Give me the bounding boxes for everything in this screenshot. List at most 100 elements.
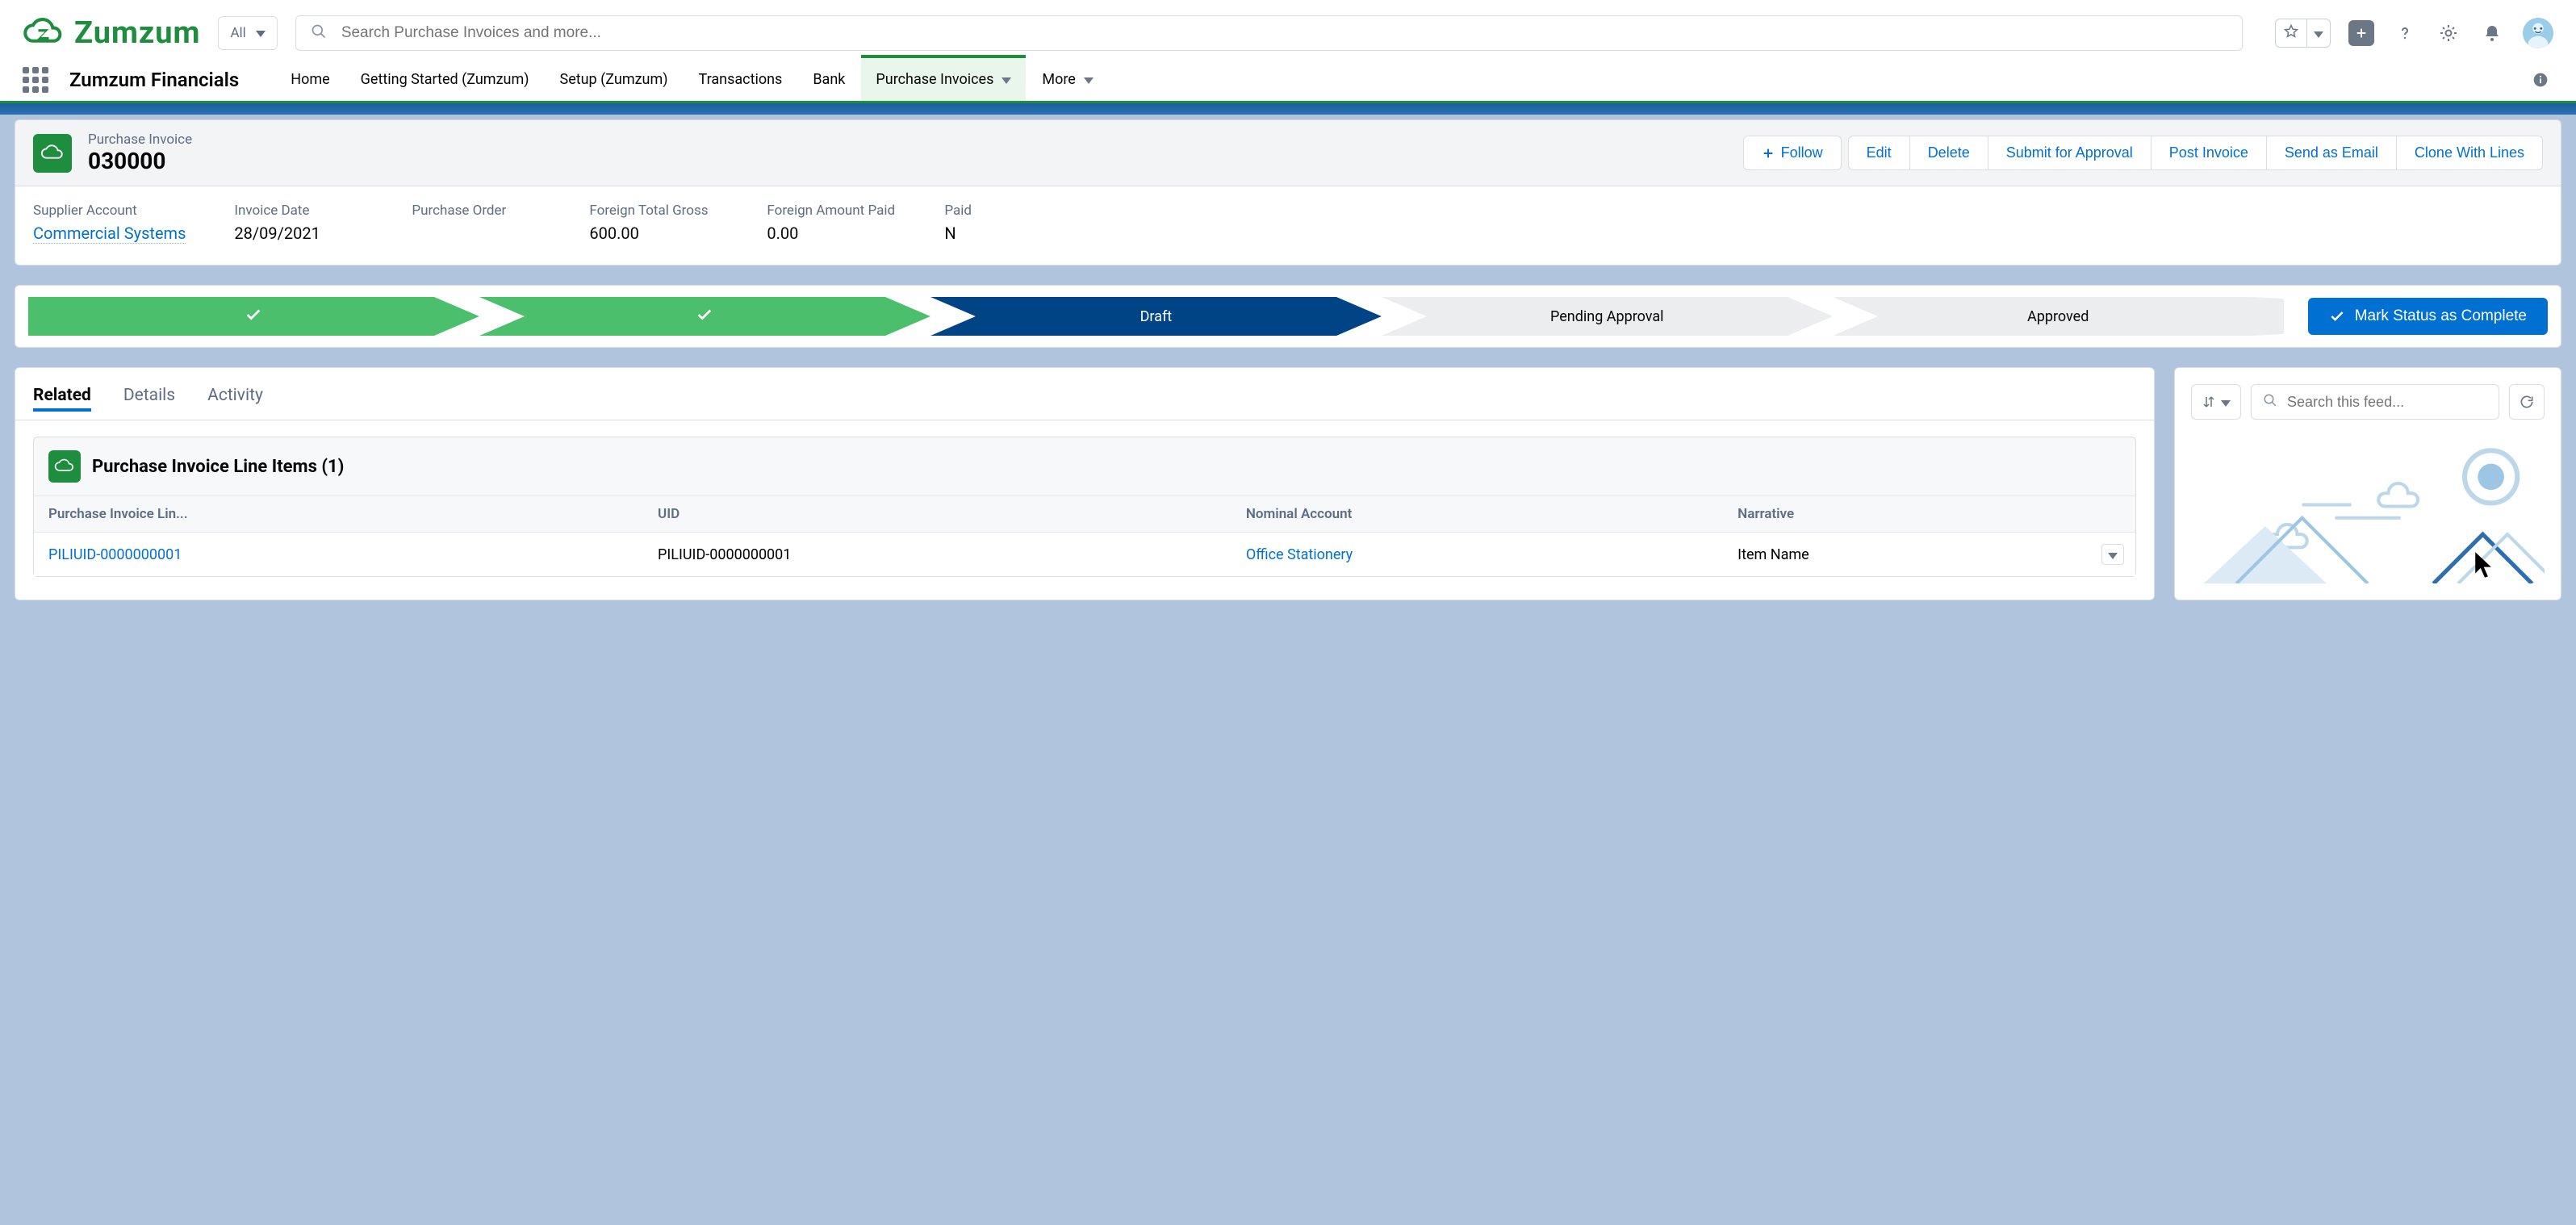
delete-button[interactable]: Delete — [1909, 136, 1988, 170]
chevron-down-icon[interactable] — [2306, 19, 2330, 47]
clone-lines-button[interactable]: Clone With Lines — [2396, 136, 2543, 170]
line-item-link[interactable]: PILIUID-0000000001 — [48, 546, 182, 563]
right-column — [2174, 367, 2561, 600]
field-label: Supplier Account — [33, 203, 186, 219]
stage-label: Approved — [2027, 308, 2089, 325]
supplier-link[interactable]: Commercial Systems — [33, 224, 186, 244]
global-create-button[interactable] — [2348, 20, 2374, 46]
user-avatar[interactable] — [2523, 18, 2553, 48]
mark-complete-label: Mark Status as Complete — [2355, 307, 2527, 325]
help-icon[interactable] — [2392, 20, 2418, 46]
app-launcher-icon[interactable] — [23, 67, 48, 93]
field-invoice-date: Invoice Date 28/09/2021 — [234, 203, 363, 244]
field-value: 28/09/2021 — [234, 224, 363, 243]
feed-sort-button[interactable] — [2191, 384, 2241, 420]
star-icon — [2276, 24, 2306, 42]
search-input[interactable] — [341, 24, 2227, 42]
field-value: 600.00 — [589, 224, 718, 243]
path-stage-current[interactable]: Draft — [930, 297, 1382, 336]
check-icon — [245, 306, 262, 328]
mark-complete-button[interactable]: Mark Status as Complete — [2308, 298, 2548, 335]
post-invoice-button[interactable]: Post Invoice — [2151, 136, 2267, 170]
stage-label: Draft — [1140, 308, 1173, 325]
field-label: Foreign Total Gross — [589, 203, 718, 219]
nav-more[interactable]: More — [1027, 58, 1107, 101]
row-actions-menu[interactable] — [2101, 544, 2124, 565]
search-icon — [2263, 393, 2277, 411]
favorites-button[interactable] — [2275, 19, 2331, 48]
path-stage-done-2[interactable] — [479, 297, 930, 336]
notifications-bell-icon[interactable] — [2479, 20, 2505, 46]
chevron-down-icon — [2221, 395, 2231, 410]
nav-item-label: More — [1042, 71, 1075, 88]
lower-columns: Related Details Activity Purchase Invoic… — [15, 367, 2561, 600]
search-scope-label: All — [230, 25, 245, 41]
nav-setup[interactable]: Setup (Zumzum) — [546, 58, 683, 101]
field-paid: Paid N — [944, 203, 1073, 244]
app-name: Zumzum Financials — [69, 69, 239, 91]
chevron-down-icon[interactable] — [1084, 71, 1094, 88]
line-items-icon — [48, 450, 81, 483]
nominal-account-link[interactable]: Office Stationery — [1246, 546, 1353, 563]
nav-home[interactable]: Home — [276, 58, 344, 101]
cursor-icon — [2474, 551, 2496, 579]
follow-button[interactable]: Follow — [1743, 136, 1842, 170]
search-scope-picker[interactable]: All — [218, 16, 277, 50]
col-nominal[interactable]: Nominal Account — [1232, 496, 1723, 533]
edit-button[interactable]: Edit — [1848, 136, 1910, 170]
check-icon — [696, 306, 713, 328]
page-content: Purchase Invoice 030000 Follow Edit Dele… — [0, 119, 2576, 615]
chevron-down-icon[interactable] — [1002, 71, 1011, 88]
table-row: PILIUID-0000000001 PILIUID-0000000001 Of… — [34, 533, 2135, 577]
tab-details[interactable]: Details — [123, 386, 175, 412]
record-name: 030000 — [88, 148, 192, 174]
related-list-header[interactable]: Purchase Invoice Line Items (1) — [34, 437, 2135, 495]
line-items-table: Purchase Invoice Lin... UID Nominal Acco… — [34, 495, 2135, 576]
cell-narrative: Item Name — [1723, 533, 2087, 577]
path-stage-approved[interactable]: Approved — [1833, 297, 2284, 336]
field-label: Paid — [944, 203, 1073, 219]
tab-activity[interactable]: Activity — [207, 386, 263, 412]
global-header: Zumzum All — [0, 0, 2576, 58]
record-actions: Follow Edit Delete Submit for Approval P… — [208, 136, 2543, 170]
setup-gear-icon[interactable] — [2436, 20, 2461, 46]
nav-getting-started[interactable]: Getting Started (Zumzum) — [346, 58, 544, 101]
col-narrative[interactable]: Narrative — [1723, 496, 2087, 533]
related-list-title: Purchase Invoice Line Items (1) — [92, 457, 344, 477]
feed-refresh-button[interactable] — [2509, 384, 2545, 420]
search-icon — [311, 23, 327, 43]
global-search[interactable] — [295, 15, 2243, 51]
check-icon — [2329, 308, 2345, 324]
app-nav: Zumzum Financials Home Getting Started (… — [0, 58, 2576, 103]
feed-search-input[interactable] — [2287, 394, 2487, 411]
cell-uid: PILIUID-0000000001 — [643, 533, 1232, 577]
info-icon[interactable] — [2528, 67, 2553, 93]
brand-name: Zumzum — [74, 15, 200, 51]
highlights-panel: Supplier Account Commercial Systems Invo… — [15, 186, 2561, 265]
feed-empty-illustration — [2191, 436, 2545, 583]
nav-purchase-invoices[interactable]: Purchase Invoices — [861, 58, 1026, 101]
field-label: Purchase Order — [412, 203, 541, 219]
feed-search[interactable] — [2251, 384, 2499, 420]
plus-icon — [1762, 147, 1775, 160]
path-stage-done-1[interactable] — [28, 297, 479, 336]
nav-bank[interactable]: Bank — [798, 58, 859, 101]
field-supplier: Supplier Account Commercial Systems — [33, 203, 186, 244]
decorative-strip — [0, 103, 2576, 115]
nav-items: Home Getting Started (Zumzum) Setup (Zum… — [276, 58, 1108, 101]
sort-icon — [2202, 395, 2216, 409]
nav-item-label: Purchase Invoices — [876, 71, 993, 88]
col-uid[interactable]: UID — [643, 496, 1232, 533]
global-actions — [2275, 18, 2553, 48]
brand-logo[interactable]: Zumzum — [23, 15, 200, 51]
col-line-item[interactable]: Purchase Invoice Lin... — [34, 496, 643, 533]
tab-related[interactable]: Related — [33, 386, 91, 412]
nav-transactions[interactable]: Transactions — [684, 58, 797, 101]
submit-approval-button[interactable]: Submit for Approval — [1988, 136, 2152, 170]
left-column: Related Details Activity Purchase Invoic… — [15, 367, 2155, 600]
object-label: Purchase Invoice — [88, 132, 192, 148]
send-email-button[interactable]: Send as Email — [2266, 136, 2397, 170]
path-component: Draft Pending Approval Approved Mark Sta… — [15, 285, 2561, 348]
path-stage-pending[interactable]: Pending Approval — [1382, 297, 1833, 336]
cloud-z-icon — [23, 17, 65, 49]
